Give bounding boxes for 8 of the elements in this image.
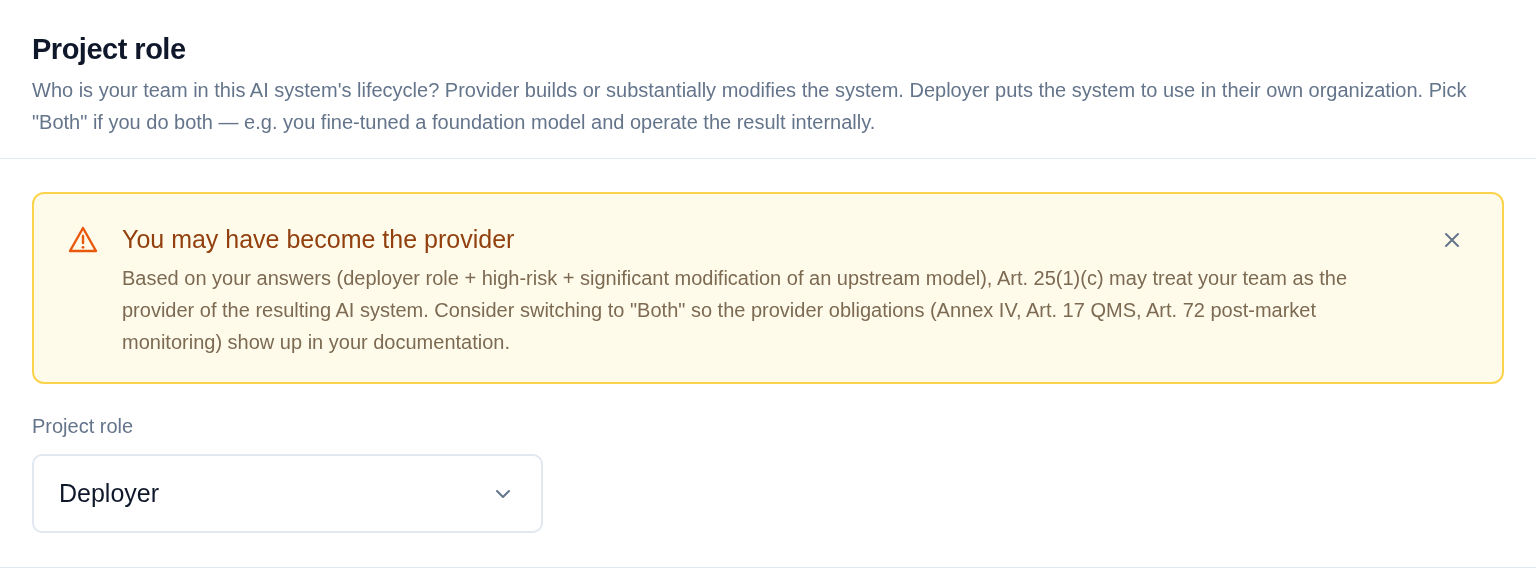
alert-message: Based on your answers (deployer role + high-risk + significant modification of an upstream model), Art. 25(1)(c) may treat your team as the provider of the resulting AI system. Consider switching to "Both" so the provider obligations (Annex IV, Art. 17 QMS, Art. 72 post-market monitoring) show up in your documentation. (122, 266, 1348, 355)
role-select[interactable]: Deployer (32, 454, 543, 533)
warning-icon (68, 226, 98, 254)
section-description: Who is your team in this AI system's lifecycle? Provider builds or substantially modifies the system. Deployer puts the system to use in their own organization. Pick "Both" if you do both — e.g. you fine-tuned a foundation model and operate the result internally. (32, 78, 1468, 135)
alert-title: You may have become the provider (122, 224, 516, 255)
close-button[interactable] (1442, 230, 1462, 250)
field-label: Project role (32, 414, 135, 439)
section-title: Project role (32, 32, 187, 67)
